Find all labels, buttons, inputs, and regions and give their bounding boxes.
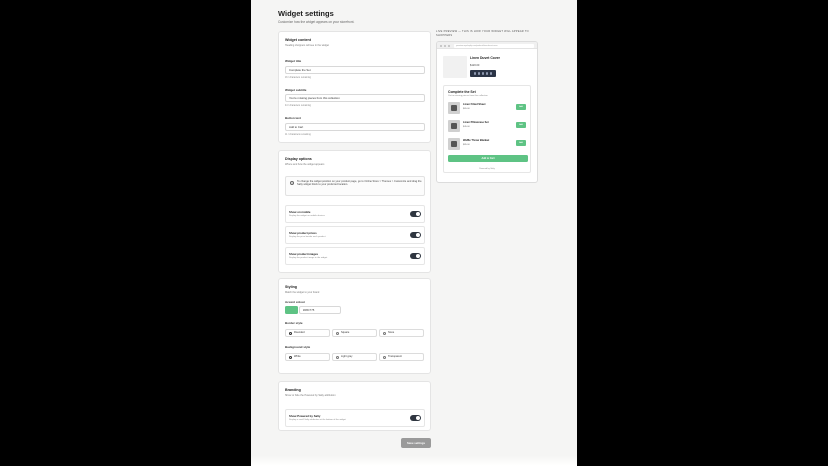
toggle-description: Display the product image in the widget (289, 257, 328, 259)
toggle-description: Display the widget on mobile devices (289, 215, 325, 217)
save-settings-button[interactable]: Save settings (401, 438, 431, 448)
bottom-fade (251, 456, 577, 466)
powered-by-text: Powered by Salty (479, 168, 495, 170)
widget-item: Linen Pillowcase Set $45.00 Add (448, 119, 528, 133)
swatch-icon (485, 72, 489, 75)
toggle-title: Show product images (289, 252, 319, 256)
settings-page: Widget settings Customize how the widget… (251, 0, 577, 466)
background-transparent-option[interactable]: Transparent (379, 353, 424, 361)
widget-subtitle-count: 44 / characters remaining (285, 105, 311, 107)
card-description: Heading shoppers will see in the widget (285, 44, 329, 47)
window-dot-icon (440, 44, 442, 47)
radio-dot-icon (383, 355, 387, 359)
item-price: $85.00 (463, 144, 470, 146)
preview-label: Live preview — this is how your widget w… (436, 30, 529, 37)
accent-colour-swatch[interactable] (285, 306, 298, 314)
item-price: $45.00 (463, 126, 470, 128)
preview-widget: Complete the Set You're missing pieces f… (443, 85, 531, 173)
toggle-row-show-images: Show product images Display the product … (285, 247, 425, 265)
product-price: $120.00 (470, 64, 480, 67)
widget-item: Linen Fitted Sheet $65.00 Add (448, 101, 528, 115)
toggle-description: Display a small Salty attribution at the… (289, 419, 346, 421)
item-name: Linen Pillowcase Set (463, 121, 489, 124)
product-name: Linen Duvet Cover (470, 56, 500, 60)
item-price: $65.00 (463, 108, 470, 110)
radio-dot-icon (383, 331, 387, 335)
card-description: Show or hide the Powered by Salty attrib… (285, 394, 336, 397)
accent-colour-input[interactable]: #28C775 (299, 306, 341, 314)
toggle-description: Display the price beside each product (289, 236, 326, 238)
page-subtitle: Customize how the widget appears on your… (278, 20, 355, 24)
browser-url: yourstore.myshopify.com/products/linen-d… (454, 43, 534, 48)
card-description: Where and how the widget appears (285, 163, 325, 166)
product-image (443, 56, 467, 78)
window-dot-icon (444, 44, 446, 47)
position-notice: i To change the widget position on your … (285, 176, 425, 196)
background-light-gray-option[interactable]: Light gray (332, 353, 377, 361)
widget-item: Waffle Throw Blanket $85.00 Add (448, 137, 528, 151)
toggle-row-powered-by: Show Powered by Salty Display a small Sa… (285, 409, 425, 427)
toggle-row-show-mobile: Show on mobile Display the widget on mob… (285, 205, 425, 223)
info-icon: i (290, 181, 294, 185)
swatch-icon (481, 72, 485, 75)
border-style-label: Border style (285, 321, 303, 325)
widget-subtitle: You're missing pieces from this collecti… (448, 95, 488, 97)
toggle-title: Show product prices (289, 231, 317, 235)
widget-subtitle-input[interactable]: You're missing pieces from this collecti… (285, 94, 425, 102)
branding-card: Branding Show or hide the Powered by Sal… (278, 381, 431, 431)
button-text-input[interactable]: Add to Cart (285, 123, 425, 131)
item-add-button[interactable]: Add (516, 140, 526, 146)
radio-dot-icon (289, 331, 293, 335)
button-text-label: Button text (285, 116, 301, 120)
show-images-toggle[interactable] (410, 253, 421, 259)
page-title: Widget settings (278, 9, 334, 18)
card-title: Widget content (285, 38, 311, 42)
swatch-icon (489, 72, 493, 75)
border-square-option[interactable]: Square (332, 329, 377, 337)
variant-swatches (470, 70, 496, 77)
background-white-option[interactable]: White (285, 353, 330, 361)
item-thumbnail (448, 138, 460, 150)
toggle-row-show-prices: Show product prices Display the price be… (285, 226, 425, 244)
show-prices-toggle[interactable] (410, 232, 421, 238)
radio-dot-icon (336, 355, 340, 359)
item-thumbnail (448, 120, 460, 132)
widget-title-label: Widget title (285, 59, 302, 63)
powered-by-toggle[interactable] (410, 415, 421, 421)
background-style-label: Background style (285, 345, 311, 349)
toggle-title: Show Powered by Salty (289, 414, 321, 418)
accent-colour-label: Accent colour (285, 300, 306, 304)
card-description: Match the widget to your brand (285, 291, 320, 294)
widget-title-input[interactable]: Complete the Set (285, 66, 425, 74)
border-rounded-option[interactable]: Rounded (285, 329, 330, 337)
radio-dot-icon (336, 331, 340, 335)
preview-browser-window: yourstore.myshopify.com/products/linen-d… (436, 41, 538, 183)
radio-dot-icon (289, 355, 293, 359)
toggle-title: Show on mobile (289, 210, 311, 214)
display-options-card: Display options Where and how the widget… (278, 150, 431, 273)
notice-text: To change the widget position on your pr… (297, 180, 422, 187)
card-title: Branding (285, 388, 301, 392)
show-mobile-toggle[interactable] (410, 211, 421, 217)
styling-card: Styling Match the widget to your brand A… (278, 278, 431, 374)
widget-add-to-cart-button[interactable]: Add to Cart (448, 155, 528, 162)
item-thumbnail (448, 102, 460, 114)
widget-subtitle-label: Widget subtitle (285, 88, 307, 92)
border-none-option[interactable]: None (379, 329, 424, 337)
card-title: Styling (285, 285, 297, 289)
item-name: Waffle Throw Blanket (463, 139, 490, 142)
item-add-button[interactable]: Add (516, 122, 526, 128)
item-add-button[interactable]: Add (516, 104, 526, 110)
widget-title: Complete the Set (448, 90, 476, 94)
window-dot-icon (448, 44, 450, 47)
button-text-count: 11 / characters remaining (285, 134, 311, 136)
swatch-icon (477, 72, 481, 75)
widget-title-count: 16 / characters remaining (285, 77, 311, 79)
browser-toolbar: yourstore.myshopify.com/products/linen-d… (437, 42, 537, 49)
swatch-icon (473, 72, 477, 75)
widget-content-card: Widget content Heading shoppers will see… (278, 31, 431, 143)
item-name: Linen Fitted Sheet (463, 103, 486, 106)
card-title: Display options (285, 157, 312, 161)
